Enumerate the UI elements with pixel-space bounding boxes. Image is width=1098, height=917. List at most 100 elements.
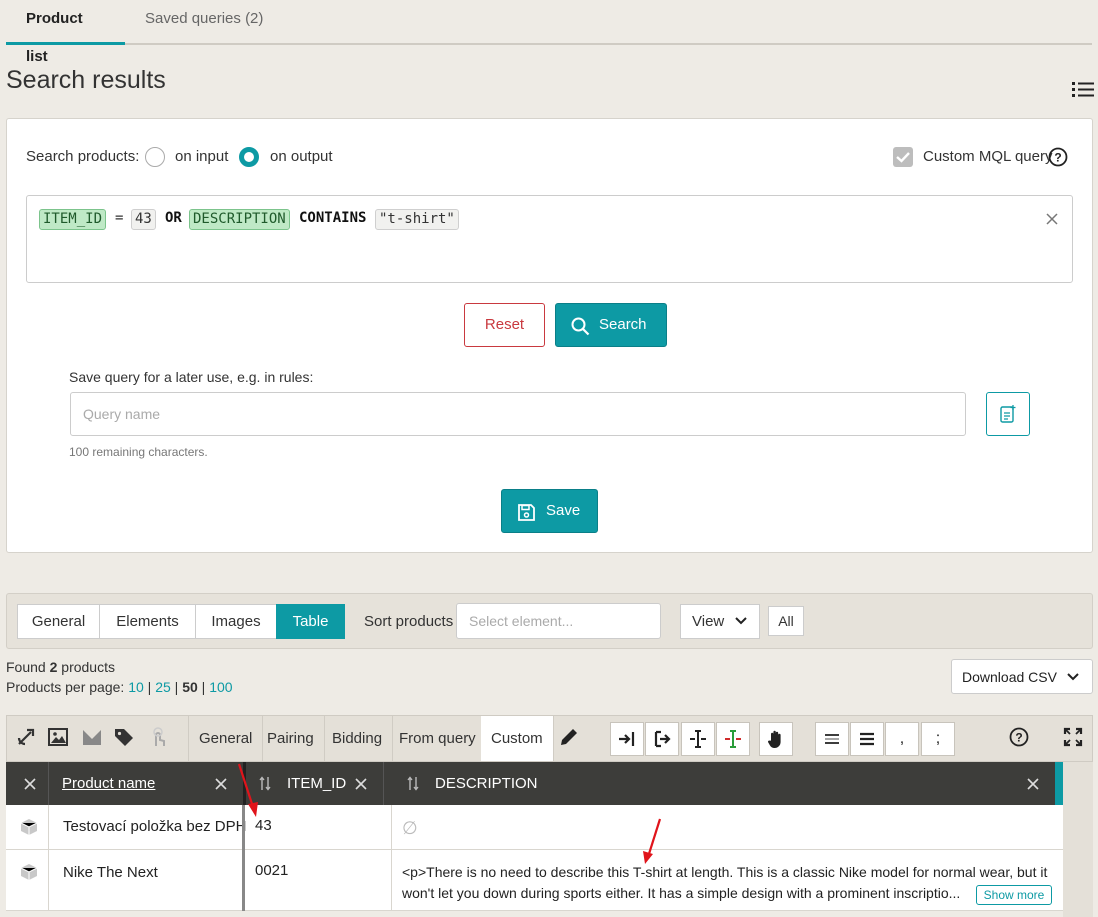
comma-separator-button[interactable]: , bbox=[885, 722, 919, 756]
close-icon[interactable] bbox=[24, 778, 36, 790]
page-title: Search results bbox=[6, 66, 166, 94]
search-button[interactable]: Search bbox=[555, 303, 667, 347]
note-button[interactable] bbox=[986, 392, 1030, 436]
split-column-button[interactable] bbox=[681, 722, 715, 756]
show-more-button[interactable]: Show more bbox=[976, 885, 1052, 905]
download-csv-label: Download CSV bbox=[962, 669, 1057, 685]
svg-text:?: ? bbox=[1015, 731, 1022, 745]
per-page-10[interactable]: 10 bbox=[128, 679, 144, 695]
remaining-characters: 100 remaining characters. bbox=[69, 445, 208, 459]
chevron-down-icon bbox=[735, 617, 747, 625]
search-products-label: Search products: bbox=[26, 148, 140, 165]
tab-product-list[interactable]: Product list bbox=[6, 0, 125, 65]
radio-on-input[interactable] bbox=[145, 147, 165, 167]
view-tabs-bar: General Elements Images Table Sort produ… bbox=[6, 593, 1093, 649]
cell-item-id: 0021 bbox=[255, 862, 289, 879]
search-button-label: Search bbox=[599, 316, 647, 333]
list-icon[interactable] bbox=[1072, 80, 1094, 98]
cell-product-name: Nike The Next bbox=[63, 864, 158, 881]
found-suffix: products bbox=[57, 659, 115, 675]
touch-icon[interactable] bbox=[147, 726, 169, 748]
tab-table[interactable]: Table bbox=[276, 604, 345, 639]
tab-images[interactable]: Images bbox=[195, 604, 277, 639]
query-token-value: 43 bbox=[131, 209, 156, 230]
column-item-id[interactable]: ITEM_ID bbox=[287, 762, 346, 805]
hand-button[interactable] bbox=[759, 722, 793, 756]
arrow-right-bar-icon bbox=[619, 732, 635, 746]
fullscreen-icon[interactable] bbox=[1062, 726, 1084, 748]
tab-saved-queries[interactable]: Saved queries (2) bbox=[125, 0, 283, 45]
semicolon-separator-button[interactable]: ; bbox=[921, 722, 955, 756]
help-icon[interactable]: ? bbox=[1008, 726, 1030, 748]
close-icon[interactable] bbox=[355, 778, 367, 790]
split-icon bbox=[690, 730, 706, 748]
sort-icon[interactable] bbox=[407, 776, 419, 791]
pencil-icon[interactable] bbox=[558, 726, 580, 748]
custom-mql-label[interactable]: Custom MQL query bbox=[923, 148, 1053, 165]
grid-tab-pairing[interactable]: Pairing bbox=[257, 716, 325, 761]
per-page-label: Products per page: bbox=[6, 679, 125, 695]
move-left-button[interactable] bbox=[645, 722, 679, 756]
top-tabs: Product list Saved queries (2) bbox=[6, 0, 1092, 65]
column-product-name[interactable]: Product name bbox=[62, 762, 155, 805]
per-page-50: 50 bbox=[182, 679, 198, 695]
radio-on-input-label[interactable]: on input bbox=[175, 148, 228, 165]
annotation-arrow-icon bbox=[643, 818, 662, 864]
grid-tab-bidding[interactable]: Bidding bbox=[322, 716, 394, 761]
note-add-icon bbox=[1000, 405, 1016, 423]
brand-icon[interactable] bbox=[81, 726, 103, 748]
move-right-button[interactable] bbox=[610, 722, 644, 756]
query-token-field: DESCRIPTION bbox=[189, 209, 290, 230]
annotation-arrow-icon bbox=[237, 763, 258, 817]
scrollbar[interactable] bbox=[1063, 762, 1093, 917]
box-icon bbox=[20, 819, 38, 835]
tab-general[interactable]: General bbox=[17, 604, 100, 639]
tab-elements[interactable]: Elements bbox=[99, 604, 196, 639]
table-row[interactable]: Testovací položka bez DPH 43 ∅ bbox=[6, 805, 1063, 850]
save-button[interactable]: Save bbox=[501, 489, 598, 533]
search-panel bbox=[6, 118, 1093, 553]
sort-products-label: Sort products bbox=[364, 613, 454, 630]
grid-tab-custom[interactable]: Custom bbox=[481, 716, 554, 761]
query-token-keyword: OR bbox=[165, 210, 182, 226]
query-token-operator: = bbox=[115, 210, 124, 226]
tag-icon[interactable] bbox=[113, 726, 135, 748]
split-colored-icon bbox=[725, 730, 741, 748]
close-icon[interactable] bbox=[215, 778, 227, 790]
all-button[interactable]: All bbox=[768, 606, 804, 636]
grid-tab-from-query[interactable]: From query bbox=[389, 716, 487, 761]
sort-element-select[interactable]: Select element... bbox=[456, 603, 661, 639]
query-token-field: ITEM_ID bbox=[39, 209, 107, 230]
column-description[interactable]: DESCRIPTION bbox=[435, 762, 538, 805]
custom-mql-checkbox[interactable] bbox=[893, 147, 913, 167]
view-dropdown[interactable]: View bbox=[680, 604, 760, 639]
close-icon[interactable] bbox=[1046, 213, 1058, 225]
cell-product-name: Testovací položka bez DPH bbox=[63, 818, 247, 835]
rows-thin-icon bbox=[825, 734, 839, 744]
query-name-input[interactable]: Query name bbox=[70, 392, 966, 436]
found-products: Found 2 products bbox=[6, 659, 115, 675]
grid-tab-general[interactable]: General bbox=[188, 716, 264, 761]
row-height-large-button[interactable] bbox=[850, 722, 884, 756]
row-height-small-button[interactable] bbox=[815, 722, 849, 756]
close-icon[interactable] bbox=[1027, 778, 1039, 790]
reset-button[interactable]: Reset bbox=[464, 303, 545, 347]
hand-icon bbox=[767, 730, 781, 748]
radio-on-output-label[interactable]: on output bbox=[270, 148, 333, 165]
table-row[interactable]: Nike The Next 0021 <p>There is no need t… bbox=[6, 850, 1063, 911]
table-header: Product name ITEM_ID DESCRIPTION bbox=[6, 762, 1063, 805]
split-column-colored-button[interactable] bbox=[716, 722, 750, 756]
empty-value-icon: ∅ bbox=[402, 818, 418, 838]
grid-toolbar: General Pairing Bidding From query Custo… bbox=[6, 715, 1093, 762]
help-icon[interactable]: ? bbox=[1048, 147, 1068, 167]
image-icon[interactable] bbox=[47, 726, 69, 748]
arrow-left-bar-icon bbox=[654, 730, 671, 748]
save-button-label: Save bbox=[546, 502, 581, 519]
query-token-keyword: CONTAINS bbox=[299, 210, 367, 226]
radio-on-output[interactable] bbox=[239, 147, 259, 167]
download-csv-dropdown[interactable]: Download CSV bbox=[951, 659, 1093, 694]
anchor-icon[interactable] bbox=[15, 726, 37, 748]
per-page-100[interactable]: 100 bbox=[209, 679, 232, 695]
per-page-25[interactable]: 25 bbox=[155, 679, 171, 695]
query-editor[interactable]: ITEM_ID = 43 OR DESCRIPTION CONTAINS "t-… bbox=[26, 195, 1073, 283]
